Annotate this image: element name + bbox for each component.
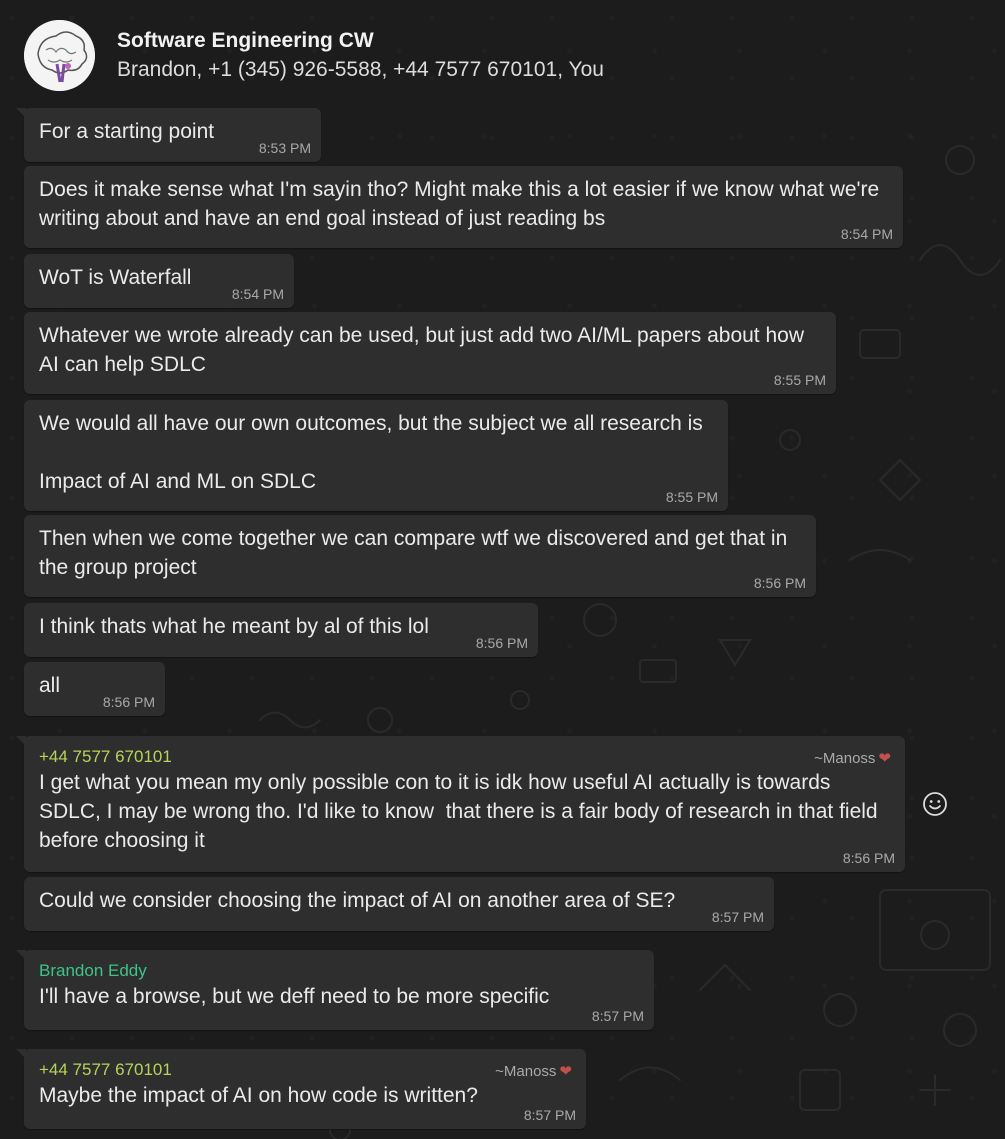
brain-sketch-icon xyxy=(24,20,95,91)
message-text: We would all have our own outcomes, but … xyxy=(39,412,703,493)
message-time: 8:53 PM xyxy=(258,140,311,156)
message-time: 8:57 PM xyxy=(591,1008,644,1024)
message-time: 8:56 PM xyxy=(753,575,806,591)
message-text: Then when we come together we can compar… xyxy=(39,527,788,579)
message-text: I get what you mean my only possible con… xyxy=(39,771,878,852)
message-time: 8:57 PM xyxy=(711,909,764,925)
alias-text: ~Manoss xyxy=(495,1063,557,1080)
group-members: Brandon, +1 (345) 926-5588, +44 7577 670… xyxy=(117,58,604,81)
sender-alias: ~Manoss ❤ xyxy=(814,749,891,767)
message-bubble[interactable]: +44 7577 670101 ~Manoss ❤ Maybe the impac… xyxy=(16,1049,586,1129)
sender-name[interactable]: Brandon Eddy xyxy=(39,960,639,982)
message-bubble[interactable]: For a starting point 8:53 PM xyxy=(16,108,321,162)
message-text: Could we consider choosing the impact of… xyxy=(39,889,676,912)
message-time: 8:56 PM xyxy=(475,635,528,651)
message-text: Maybe the impact of AI on how code is wr… xyxy=(39,1084,478,1107)
bubble-tail xyxy=(16,950,26,960)
message-time: 8:56 PM xyxy=(102,694,155,710)
chat-header[interactable]: Software Engineering CW Brandon, +1 (345… xyxy=(24,20,984,92)
smiley-icon xyxy=(923,792,947,816)
bubble-tail xyxy=(16,736,26,746)
message-bubble[interactable]: Could we consider choosing the impact of… xyxy=(24,877,774,931)
message-bubble[interactable]: all 8:56 PM xyxy=(24,662,165,716)
heart-icon: ❤ xyxy=(878,750,891,767)
message-bubble[interactable]: Does it make sense what I'm sayin tho? M… xyxy=(24,166,903,248)
bubble-tail xyxy=(16,1049,26,1059)
message-bubble[interactable]: Then when we come together we can compar… xyxy=(24,515,816,597)
group-title[interactable]: Software Engineering CW xyxy=(117,29,374,53)
sender-name[interactable]: +44 7577 670101 xyxy=(39,746,890,768)
message-text: Does it make sense what I'm sayin tho? M… xyxy=(39,178,880,230)
bubble-tail xyxy=(16,108,26,118)
message-bubble[interactable]: +44 7577 670101 ~Manoss ❤ I get what you … xyxy=(16,736,905,872)
chat-window: Software Engineering CW Brandon, +1 (345… xyxy=(0,0,1005,1139)
message-bubble[interactable]: WoT is Waterfall 8:54 PM xyxy=(24,254,294,308)
message-time: 8:54 PM xyxy=(231,286,284,302)
sender-name[interactable]: +44 7577 670101 xyxy=(39,1059,571,1081)
message-bubble[interactable]: We would all have our own outcomes, but … xyxy=(24,400,728,511)
message-time: 8:57 PM xyxy=(523,1107,576,1123)
message-time: 8:56 PM xyxy=(842,850,895,866)
sender-alias: ~Manoss ❤ xyxy=(495,1062,572,1080)
message-time: 8:55 PM xyxy=(665,489,718,505)
message-text: Whatever we wrote already can be used, b… xyxy=(39,324,804,376)
message-bubble[interactable]: Brandon Eddy I'll have a browse, but we … xyxy=(16,950,654,1030)
message-time: 8:55 PM xyxy=(773,372,826,388)
message-time: 8:54 PM xyxy=(840,226,893,242)
message-bubble[interactable]: Whatever we wrote already can be used, b… xyxy=(24,312,836,394)
message-bubble[interactable]: I think thats what he meant by al of thi… xyxy=(24,603,538,657)
alias-text: ~Manoss xyxy=(814,750,876,767)
heart-icon: ❤ xyxy=(559,1063,572,1080)
group-avatar[interactable] xyxy=(24,20,95,91)
add-reaction-button[interactable] xyxy=(920,789,950,819)
message-text: I'll have a browse, but we deff need to … xyxy=(39,985,550,1008)
message-text: I think thats what he meant by al of thi… xyxy=(39,615,429,638)
